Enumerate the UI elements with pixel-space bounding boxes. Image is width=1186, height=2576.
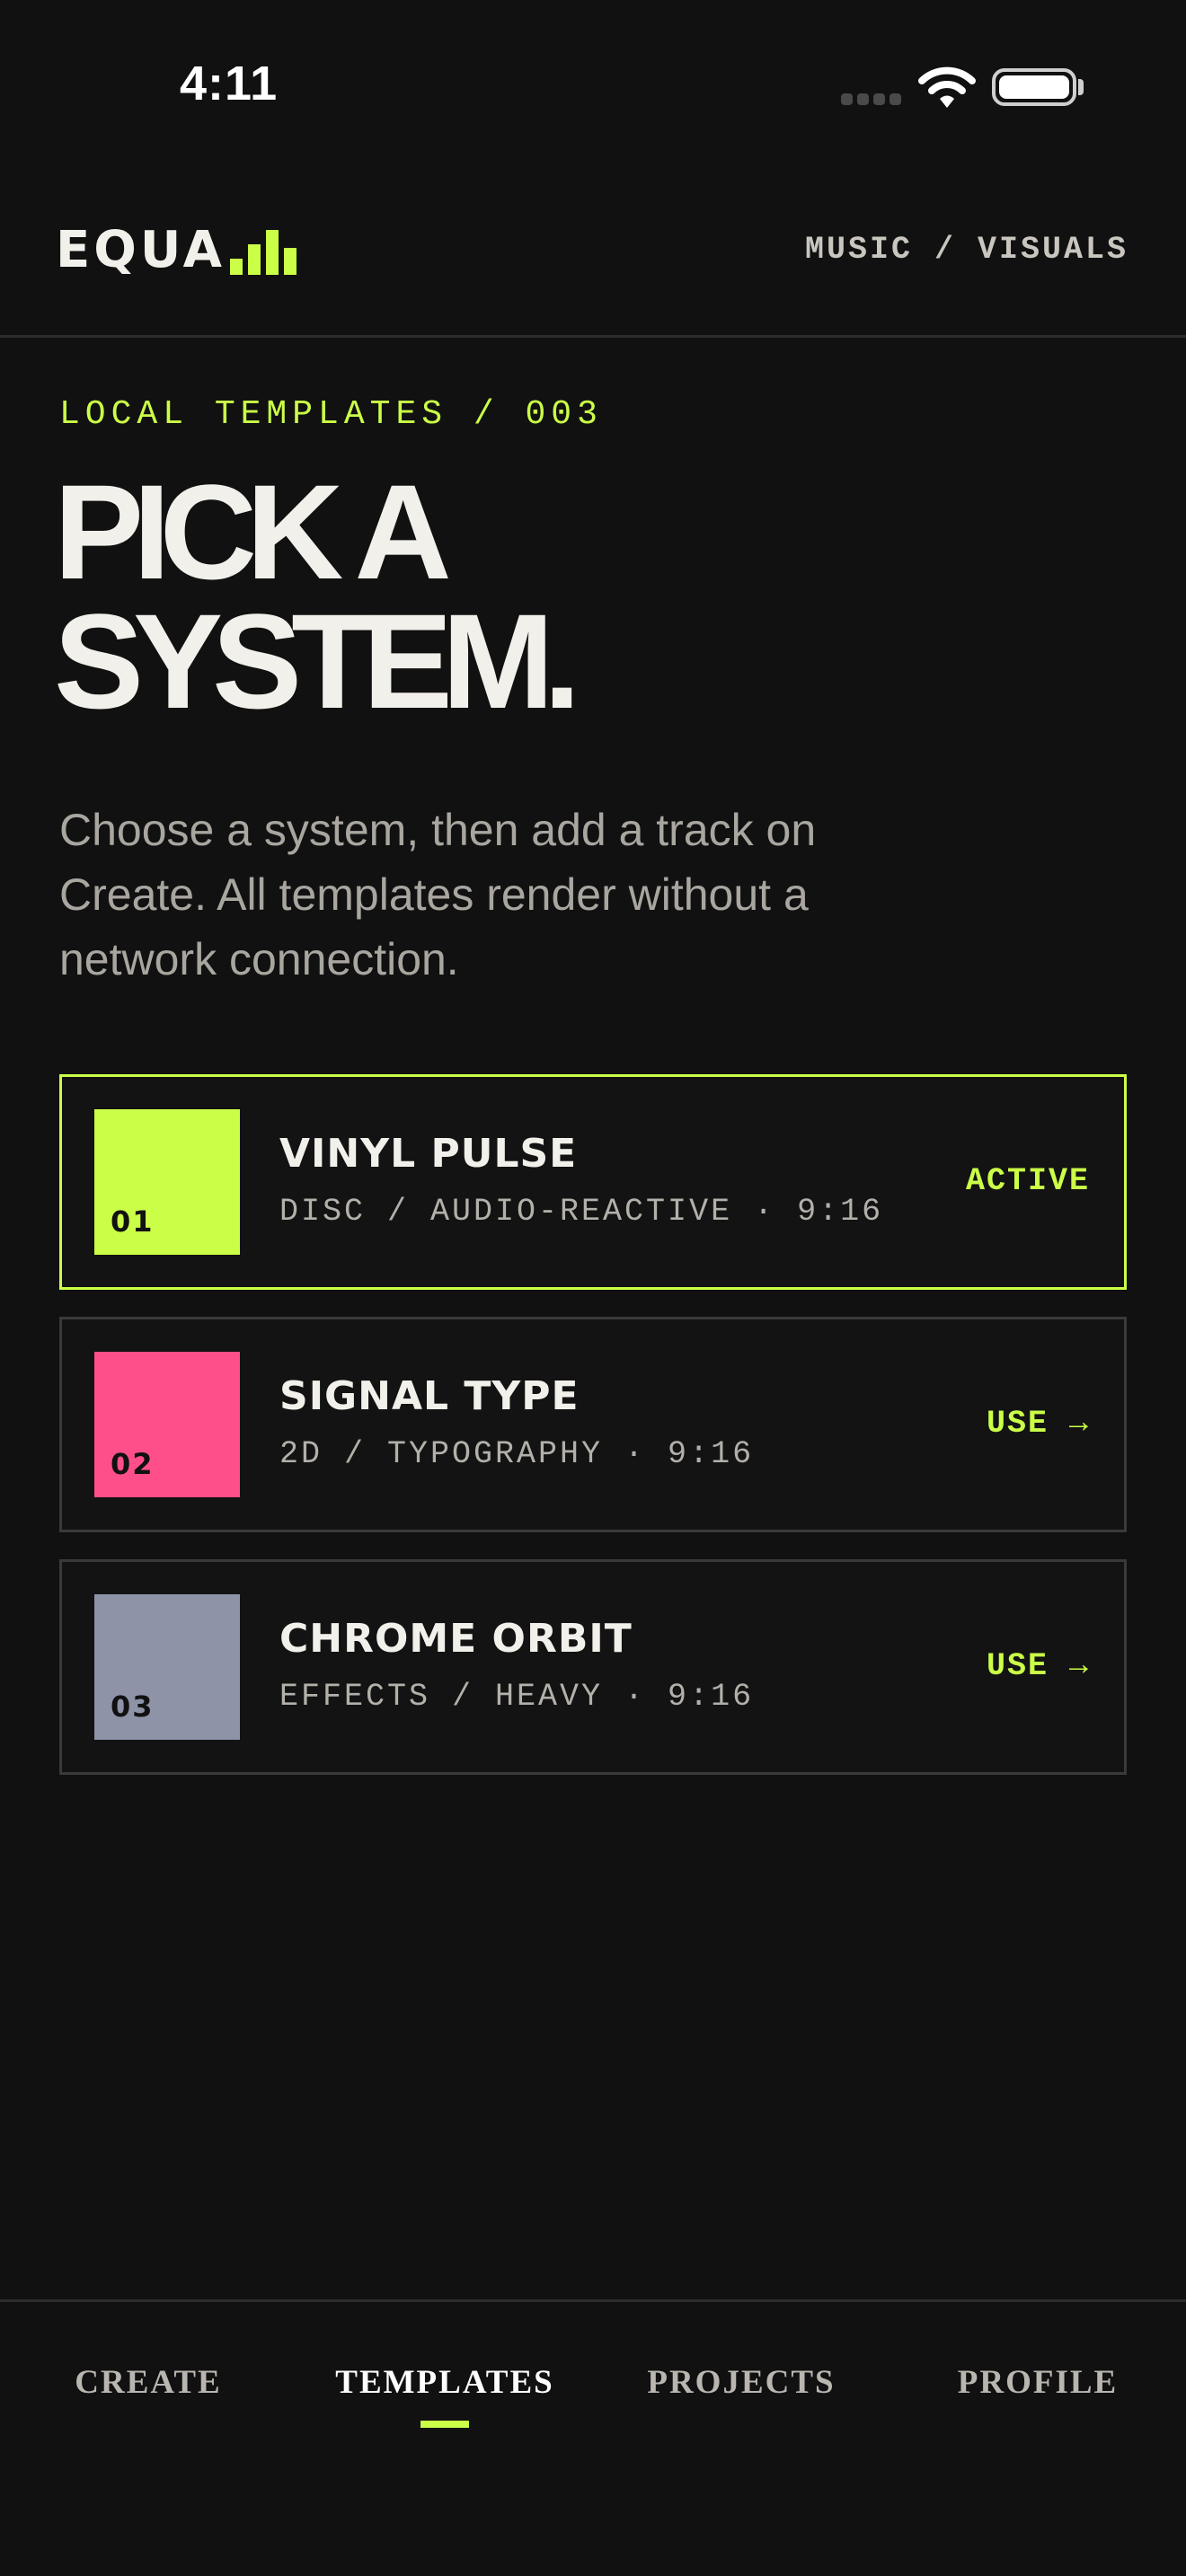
tab-profile[interactable]: PROFILE: [890, 2363, 1186, 2402]
section-eyebrow: LOCAL TEMPLATES / 003: [59, 395, 603, 434]
template-swatch: 03: [94, 1594, 240, 1740]
template-card-chrome-orbit[interactable]: 03 CHROME ORBIT EFFECTS / HEAVY · 9:16 U…: [59, 1559, 1127, 1775]
template-card-vinyl-pulse[interactable]: 01 VINYL PULSE DISC / AUDIO-REACTIVE · 9…: [59, 1074, 1127, 1290]
template-title: VINYL PULSE: [279, 1131, 578, 1177]
template-number: 03: [111, 1689, 155, 1724]
header-section-label: MUSIC / VISUALS: [804, 232, 1128, 268]
template-meta: EFFECTS / HEAVY · 9:16: [279, 1679, 755, 1715]
template-title: SIGNAL TYPE: [279, 1373, 580, 1419]
page-title: PICK A SYSTEM.: [54, 456, 863, 737]
template-title: CHROME ORBIT: [279, 1616, 633, 1662]
battery-cap: [1078, 79, 1084, 95]
active-tab-indicator: [420, 2421, 469, 2428]
logo-bar: [284, 248, 296, 275]
template-number: 02: [111, 1447, 155, 1481]
app-header: EQUA MUSIC / VISUALS: [0, 198, 1186, 338]
template-meta: DISC / AUDIO-REACTIVE · 9:16: [279, 1194, 884, 1230]
template-number: 01: [111, 1204, 155, 1239]
logo-bar: [230, 259, 243, 275]
page-description: Choose a system, then add a track on Cre…: [59, 805, 817, 984]
wifi-icon: [918, 66, 976, 108]
cellular-signal-icon: [841, 93, 902, 106]
active-badge: ACTIVE: [965, 1163, 1090, 1199]
bottom-tab-bar: CREATE TEMPLATES PROJECTS PROFILE: [0, 2299, 1186, 2576]
battery-icon: [992, 68, 1076, 106]
equalizer-logo-icon: [230, 230, 302, 275]
status-time: 4:11: [180, 57, 279, 110]
use-template-button[interactable]: USE →: [987, 1406, 1090, 1442]
use-template-button[interactable]: USE →: [987, 1648, 1090, 1684]
template-meta: 2D / TYPOGRAPHY · 9:16: [279, 1436, 755, 1472]
app-logo: EQUA: [56, 221, 226, 279]
templates-screen: 4:11 EQUA MUSIC / VISUALS LOCAL TEMPLATE…: [0, 0, 1186, 2576]
template-swatch: 01: [94, 1109, 240, 1255]
page-title-line-1: PICK A: [54, 456, 452, 607]
template-card-signal-type[interactable]: 02 SIGNAL TYPE 2D / TYPOGRAPHY · 9:16 US…: [59, 1317, 1127, 1532]
page-title-line-2: SYSTEM.: [54, 586, 580, 737]
logo-bar: [248, 244, 261, 275]
tab-create[interactable]: CREATE: [0, 2363, 296, 2402]
logo-bar: [266, 230, 279, 275]
tab-templates[interactable]: TEMPLATES: [296, 2363, 593, 2402]
tab-projects[interactable]: PROJECTS: [593, 2363, 890, 2402]
template-swatch: 02: [94, 1352, 240, 1497]
